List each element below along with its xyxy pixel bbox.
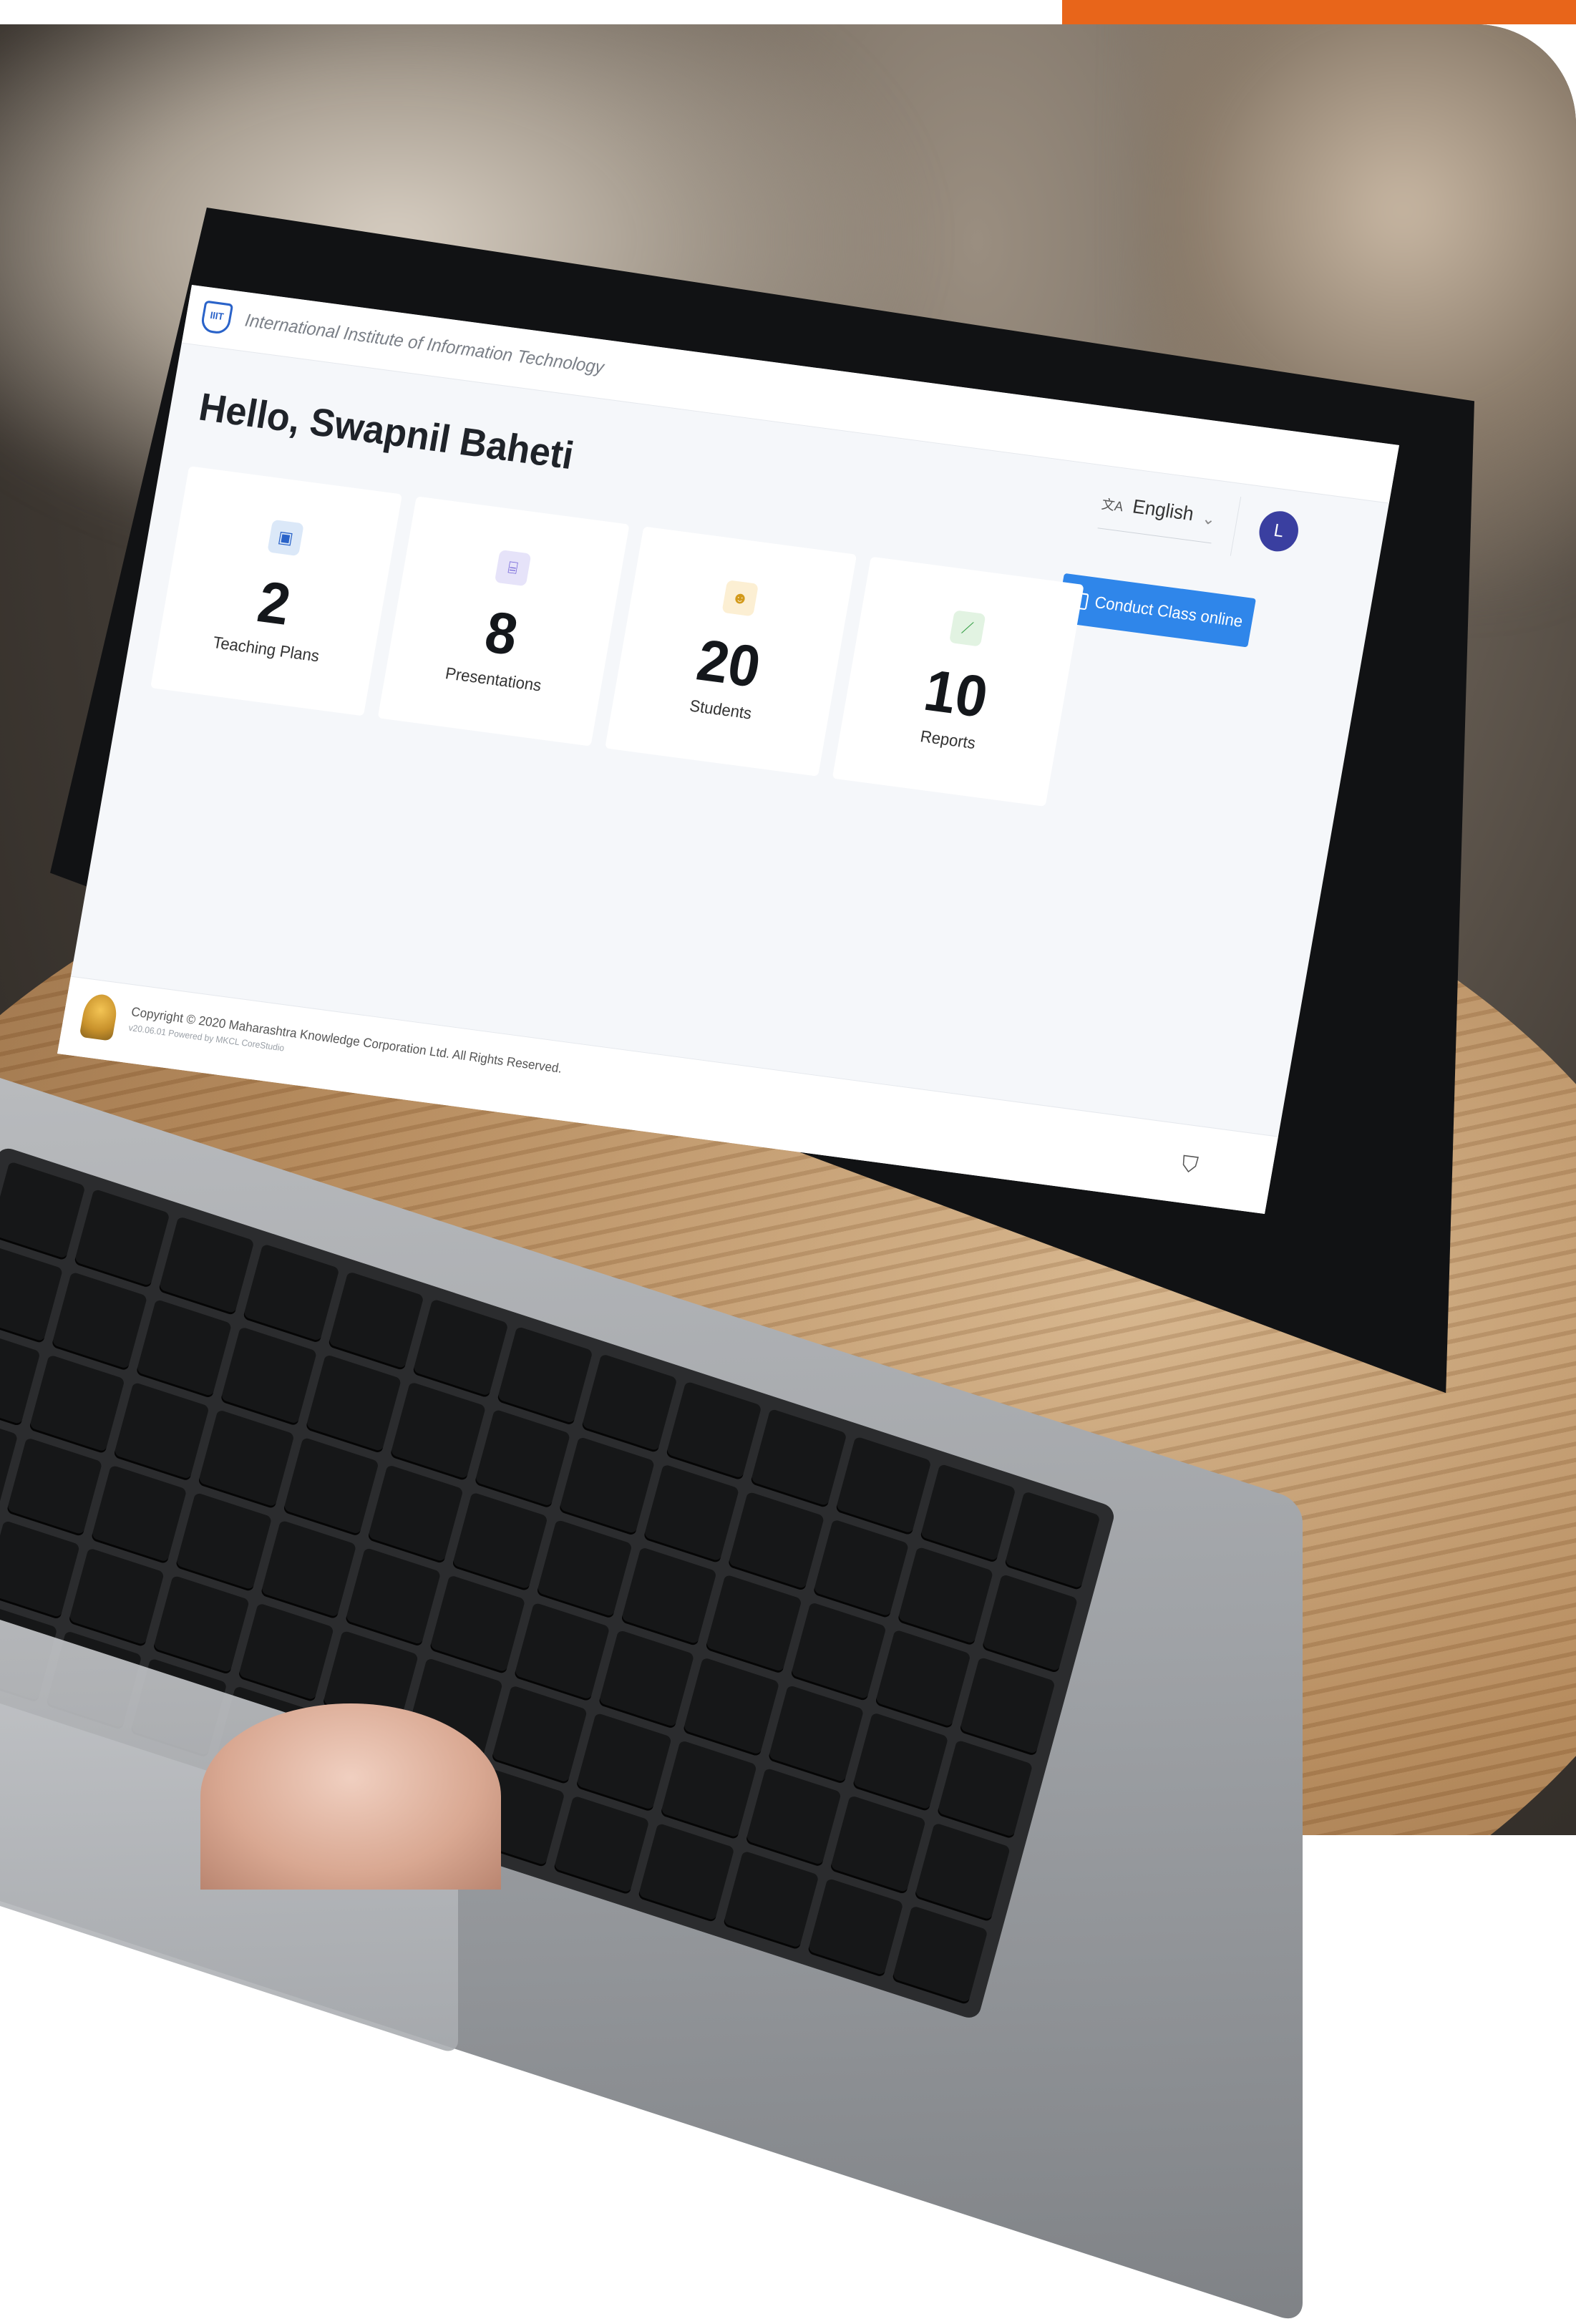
- keyboard-key: [282, 1436, 379, 1537]
- keyboard-key: [113, 1381, 210, 1482]
- conduct-class-online-button[interactable]: Conduct Class online: [1056, 573, 1257, 648]
- keyboard-key: [959, 1656, 1056, 1756]
- hand: [200, 1703, 501, 1890]
- keyboard-key: [553, 1795, 650, 1895]
- language-select[interactable]: 文A English ⌄: [1097, 490, 1218, 544]
- keyboard-key: [558, 1436, 656, 1537]
- keyboard-key: [260, 1520, 357, 1620]
- keyboard-key: [581, 1353, 678, 1454]
- keyboard-key: [643, 1464, 740, 1564]
- page-title: Hello, Swapnil Baheti: [195, 385, 577, 478]
- keyboard-key: [68, 1547, 165, 1648]
- brand-mark-icon: ⛉: [1179, 1152, 1200, 1179]
- keyboard-key: [807, 1877, 904, 1978]
- keyboard-key: [497, 1326, 593, 1426]
- brand-strip: [1062, 0, 1576, 24]
- keyboard-key: [491, 1685, 588, 1785]
- keyboard-key: [513, 1602, 611, 1702]
- keyboard-key: [344, 1547, 442, 1647]
- keyboard-key: [29, 1354, 125, 1454]
- keyboard-key: [51, 1271, 148, 1371]
- keyboard-key: [198, 1409, 295, 1509]
- stat-card-reports[interactable]: ⟋ 10 Reports: [832, 556, 1084, 807]
- keyboard-key: [536, 1519, 633, 1619]
- keyboard-key: [135, 1298, 233, 1399]
- keyboard-key: [638, 1822, 734, 1923]
- laptop-screen: IIIT International Institute of Informat…: [57, 285, 1400, 1215]
- keyboard-key: [598, 1629, 695, 1730]
- keyboard-key: [6, 1437, 103, 1537]
- keyboard-key: [835, 1436, 932, 1536]
- chart-line-icon: ⟋: [948, 610, 986, 647]
- keyboard-key: [429, 1575, 526, 1675]
- keyboard-key: [789, 1601, 887, 1702]
- keyboard-key: [1003, 1491, 1101, 1591]
- presentation-icon: ⌸: [494, 549, 532, 587]
- keyboard-key: [474, 1409, 571, 1509]
- keyboard-key: [238, 1603, 334, 1703]
- keyboard-key: [936, 1739, 1033, 1839]
- conduct-class-label: Conduct Class online: [1093, 592, 1245, 631]
- keyboard-key: [175, 1492, 272, 1593]
- keyboard-key: [981, 1573, 1079, 1674]
- keyboard-key: [158, 1216, 255, 1316]
- translate-icon: 文A: [1100, 496, 1125, 515]
- keyboard-key: [750, 1408, 847, 1509]
- stat-card-students[interactable]: ☻ 20 Students: [605, 526, 857, 777]
- avatar[interactable]: L: [1256, 508, 1302, 554]
- keyboard-key: [220, 1326, 317, 1426]
- keyboard-key: [812, 1519, 909, 1619]
- keyboard-key: [243, 1243, 340, 1343]
- keyboard-key: [621, 1547, 718, 1647]
- keyboard-key: [744, 1767, 842, 1867]
- keyboard-key: [389, 1381, 487, 1482]
- keyboard-key: [683, 1657, 779, 1757]
- image-icon: ▣: [267, 519, 304, 557]
- keyboard-key: [575, 1712, 673, 1812]
- keyboard-key: [897, 1546, 993, 1646]
- header-divider: [1230, 496, 1242, 556]
- mkcl-logo: [79, 992, 120, 1041]
- keyboard-key: [666, 1381, 762, 1481]
- keyboard-key: [152, 1575, 250, 1675]
- language-value: English: [1131, 495, 1196, 525]
- keyboard-key: [367, 1464, 464, 1565]
- users-icon: ☻: [721, 580, 759, 617]
- keyboard-key: [452, 1492, 548, 1592]
- keyboard-key: [852, 1712, 949, 1812]
- keyboard-key: [0, 1244, 64, 1344]
- keyboard-key: [722, 1850, 819, 1950]
- keyboard-key: [919, 1463, 1016, 1563]
- keyboard-key: [91, 1464, 188, 1565]
- keyboard-key: [660, 1740, 757, 1840]
- chevron-down-icon: ⌄: [1200, 508, 1217, 529]
- keyboard-key: [705, 1574, 802, 1674]
- keyboard-key: [767, 1684, 864, 1784]
- keyboard-key: [412, 1298, 509, 1399]
- keyboard-key: [914, 1822, 1011, 1922]
- keyboard-key: [0, 1161, 86, 1261]
- stat-card-presentations[interactable]: ⌸ 8 Presentations: [377, 496, 630, 747]
- keyboard-key: [305, 1353, 402, 1454]
- keyboard-key: [891, 1905, 988, 2005]
- institute-logo-icon: IIIT: [199, 300, 234, 336]
- keyboard-key: [874, 1629, 971, 1729]
- keyboard-key: [74, 1188, 170, 1289]
- keyboard-key: [728, 1491, 825, 1591]
- keyboard-key: [0, 1520, 81, 1620]
- keyboard-key: [327, 1270, 424, 1371]
- keyboard-key: [830, 1794, 926, 1895]
- stat-card-teaching-plans[interactable]: ▣ 2 Teaching Plans: [150, 466, 403, 716]
